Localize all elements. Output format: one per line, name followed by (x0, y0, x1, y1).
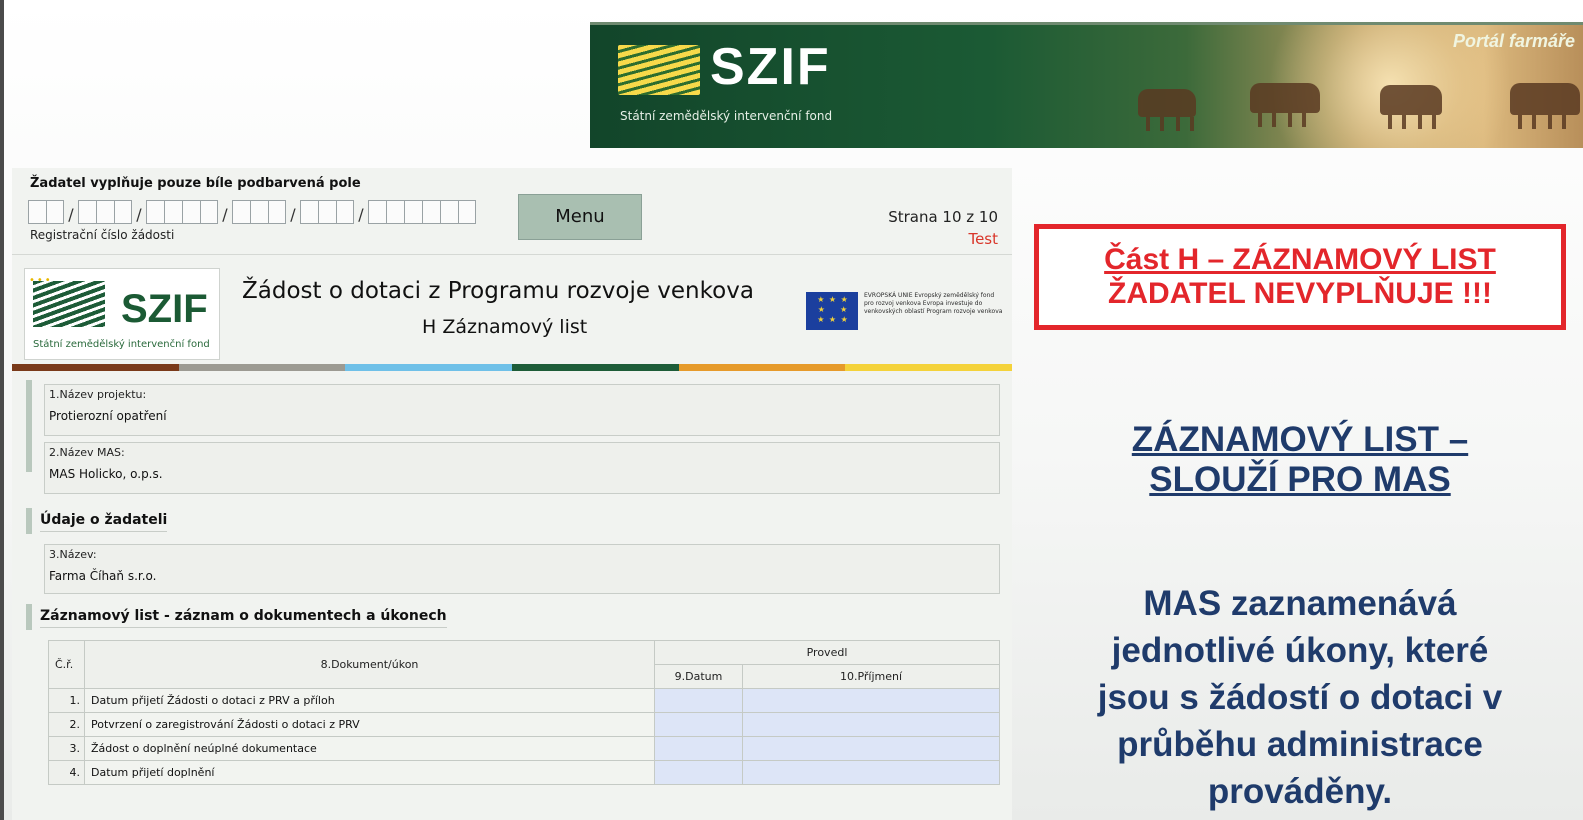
szif-logo-subtitle: Státní zemědělský intervenční fond (33, 339, 210, 350)
col-name-header: 10.Příjmení (742, 664, 1000, 689)
row-text: Datum přijetí doplnění (84, 760, 655, 785)
warning-box: Část H – ZÁZNAMOVÝ LIST ŽADATEL NEVYPLŇU… (1034, 224, 1566, 330)
document-title: Žádost o dotaci z Programu rozvoje venko… (242, 278, 754, 304)
row-number: 2. (48, 712, 85, 737)
table-row: 2. Potvrzení o zaregistrování Žádosti o … (48, 712, 1000, 737)
color-stripe (12, 364, 1013, 371)
surname-input[interactable] (742, 736, 1000, 761)
col-no-header: Č.ř. (48, 640, 85, 689)
date-input[interactable] (654, 712, 743, 737)
registration-number-label: Registrační číslo žádosti (30, 228, 175, 242)
row-text: Datum přijetí Žádosti o dotaci z PRV a p… (84, 688, 655, 713)
surname-input[interactable] (742, 760, 1000, 785)
menu-button[interactable]: Menu (518, 194, 642, 240)
szif-fields-icon (33, 281, 105, 327)
page-indicator: Strana 10 z 10 (888, 208, 998, 226)
applicant-name-label: 3.Název: (49, 548, 97, 561)
panel-heading: ZÁZNAMOVÝ LIST – SLOUŽÍ PRO MAS (1040, 420, 1560, 500)
section-marker (26, 604, 32, 630)
stars-icon: ••• (29, 275, 53, 286)
panel-body: MAS zaznamenává jednotlivé úkony, které … (1034, 580, 1566, 815)
header-divider (12, 254, 1012, 255)
section-marker (26, 380, 32, 472)
surname-input[interactable] (742, 712, 1000, 737)
test-label: Test (968, 230, 998, 248)
panel-body-line-3: jsou s žádostí o dotaci v (1097, 678, 1503, 717)
date-input[interactable] (654, 688, 743, 713)
szif-brand: SZIF (710, 38, 831, 96)
warning-line-2: ŽADATEL NEVYPLŇUJE !!! (1108, 277, 1492, 310)
fill-notice: Žadatel vyplňuje pouze bíle podbarvená p… (30, 176, 361, 191)
section-record-title: Záznamový list - záznam o dokumentech a … (40, 608, 447, 628)
surname-input[interactable] (742, 688, 1000, 713)
eu-flag-icon: ★ ★ ★ ★ ★ ★ ★ ★ (806, 292, 858, 330)
mas-name-value: MAS Holicko, o.p.s. (49, 467, 163, 481)
mas-name-field: 2.Název MAS: MAS Holicko, o.p.s. (44, 442, 1000, 494)
application-form: Žadatel vyplňuje pouze bíle podbarvená p… (12, 168, 1013, 820)
panel-body-line-5: prováděny. (1207, 772, 1393, 811)
szif-brand-subtitle: Státní zemědělský intervenční fond (620, 109, 833, 123)
project-name-label: 1.Název projektu: (49, 388, 147, 401)
col-doc-header: 8.Dokument/úkon (84, 640, 655, 689)
applicant-name-value: Farma Číhaň s.r.o. (49, 569, 157, 583)
date-input[interactable] (654, 736, 743, 761)
project-name-field: 1.Název projektu: Protierozní opatření (44, 384, 1000, 436)
row-number: 4. (48, 760, 85, 785)
record-table: Č.ř. 8.Dokument/úkon Provedl 9.Datum 10.… (48, 640, 1000, 785)
szif-fields-logo-icon (618, 45, 700, 95)
szif-logo: ••• SZIF Státní zemědělský intervenční f… (24, 268, 220, 360)
date-input[interactable] (654, 760, 743, 785)
panel-body-line-4: průběhu administrace (1117, 725, 1483, 764)
document-subtitle: H Záznamový list (422, 316, 588, 338)
col-group-header: Provedl (654, 640, 1000, 665)
row-number: 1. (48, 688, 85, 713)
panel-body-line-2: jednotlivé úkony, které (1111, 631, 1489, 670)
szif-logo-mark: SZIF (121, 287, 208, 331)
portal-farmare-label: Portál farmáře (1452, 31, 1575, 51)
panel-body-line-1: MAS zaznamenává (1143, 584, 1457, 623)
szif-banner: SZIF Státní zemědělský intervenční fond … (590, 22, 1583, 148)
eu-logo: ★ ★ ★ ★ ★ ★ ★ ★ EVROPSKÁ UNIE Evropský zem… (806, 286, 1006, 348)
project-name-value: Protierozní opatření (49, 409, 167, 423)
section-applicant-title: Údaje o žadateli (40, 512, 168, 532)
table-row: 3. Žádost o doplnění neúplné dokumentace (48, 736, 1000, 761)
panel-heading-line-1: ZÁZNAMOVÝ LIST – (1131, 420, 1469, 459)
cow-icon (1380, 85, 1442, 129)
eu-logo-text: EVROPSKÁ UNIE Evropský zemědělský fond p… (864, 292, 1003, 315)
applicant-name-field: 3.Název: Farma Číhaň s.r.o. (44, 544, 1000, 594)
table-row: 1. Datum přijetí Žádosti o dotaci z PRV … (48, 688, 1000, 713)
panel-heading-line-2: SLOUŽÍ PRO MAS (1149, 460, 1451, 499)
mas-name-label: 2.Název MAS: (49, 446, 125, 459)
registration-number-input[interactable]: / / / / / (28, 200, 476, 224)
row-text: Žádost o doplnění neúplné dokumentace (84, 736, 655, 761)
section-marker (26, 508, 32, 534)
row-number: 3. (48, 736, 85, 761)
row-text: Potvrzení o zaregistrování Žádosti o dot… (84, 712, 655, 737)
cow-icon (1250, 83, 1320, 127)
slide-left-border (0, 0, 4, 820)
col-date-header: 9.Datum (654, 664, 743, 689)
warning-line-1: Část H – ZÁZNAMOVÝ LIST (1104, 243, 1496, 276)
cow-icon (1510, 83, 1580, 129)
table-row: 4. Datum přijetí doplnění (48, 760, 1000, 785)
cow-icon (1138, 89, 1196, 131)
